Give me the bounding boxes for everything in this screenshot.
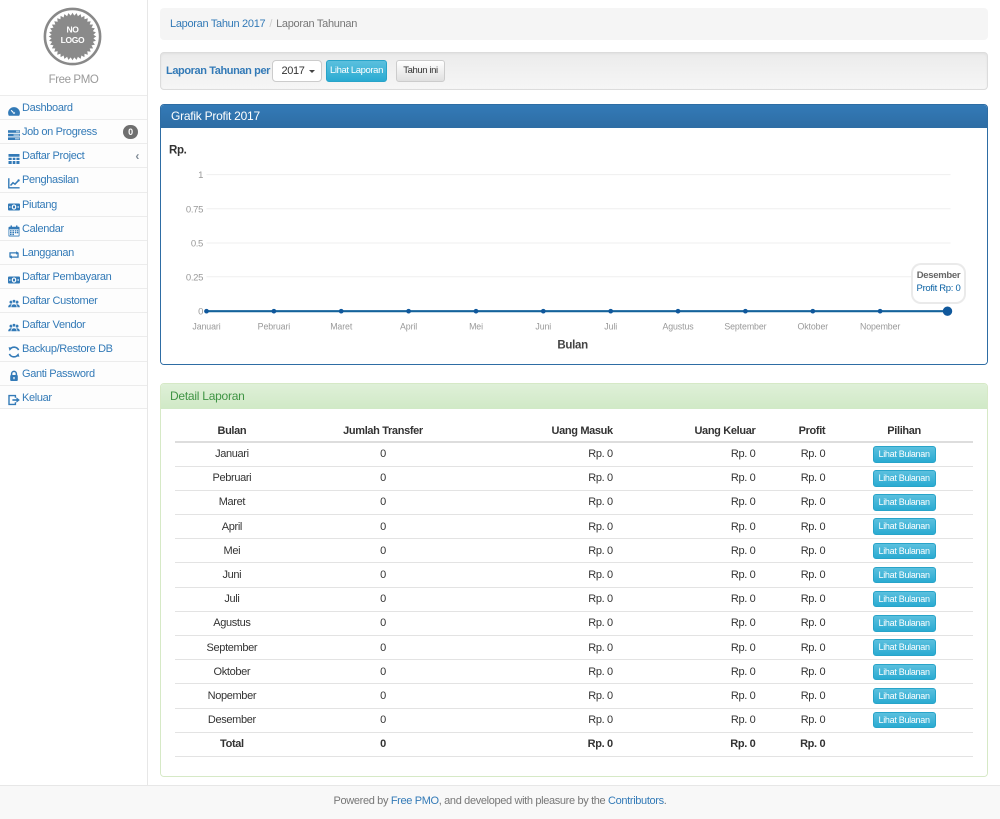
svg-text:0: 0 xyxy=(198,307,203,318)
svg-text:Juni: Juni xyxy=(535,322,551,332)
svg-text:Rp.: Rp. xyxy=(169,145,187,157)
svg-text:Oktober: Oktober xyxy=(798,322,829,332)
svg-text:Bulan: Bulan xyxy=(557,340,588,352)
svg-text:1: 1 xyxy=(198,170,203,181)
svg-text:Juli: Juli xyxy=(604,322,617,332)
svg-text:0.75: 0.75 xyxy=(186,204,203,215)
svg-text:Mei: Mei xyxy=(469,322,483,332)
svg-text:LOGO: LOGO xyxy=(61,35,85,45)
svg-text:Maret: Maret xyxy=(330,322,353,332)
svg-text:Nopember: Nopember xyxy=(860,322,900,332)
svg-text:Januari: Januari xyxy=(192,322,220,332)
svg-text:Agustus: Agustus xyxy=(662,322,694,332)
svg-text:0.25: 0.25 xyxy=(186,272,203,283)
svg-text:0.5: 0.5 xyxy=(191,239,203,250)
svg-text:Pebruari: Pebruari xyxy=(258,322,291,332)
svg-text:NO: NO xyxy=(66,25,79,35)
svg-text:April: April xyxy=(400,322,417,332)
svg-text:September: September xyxy=(724,322,766,332)
